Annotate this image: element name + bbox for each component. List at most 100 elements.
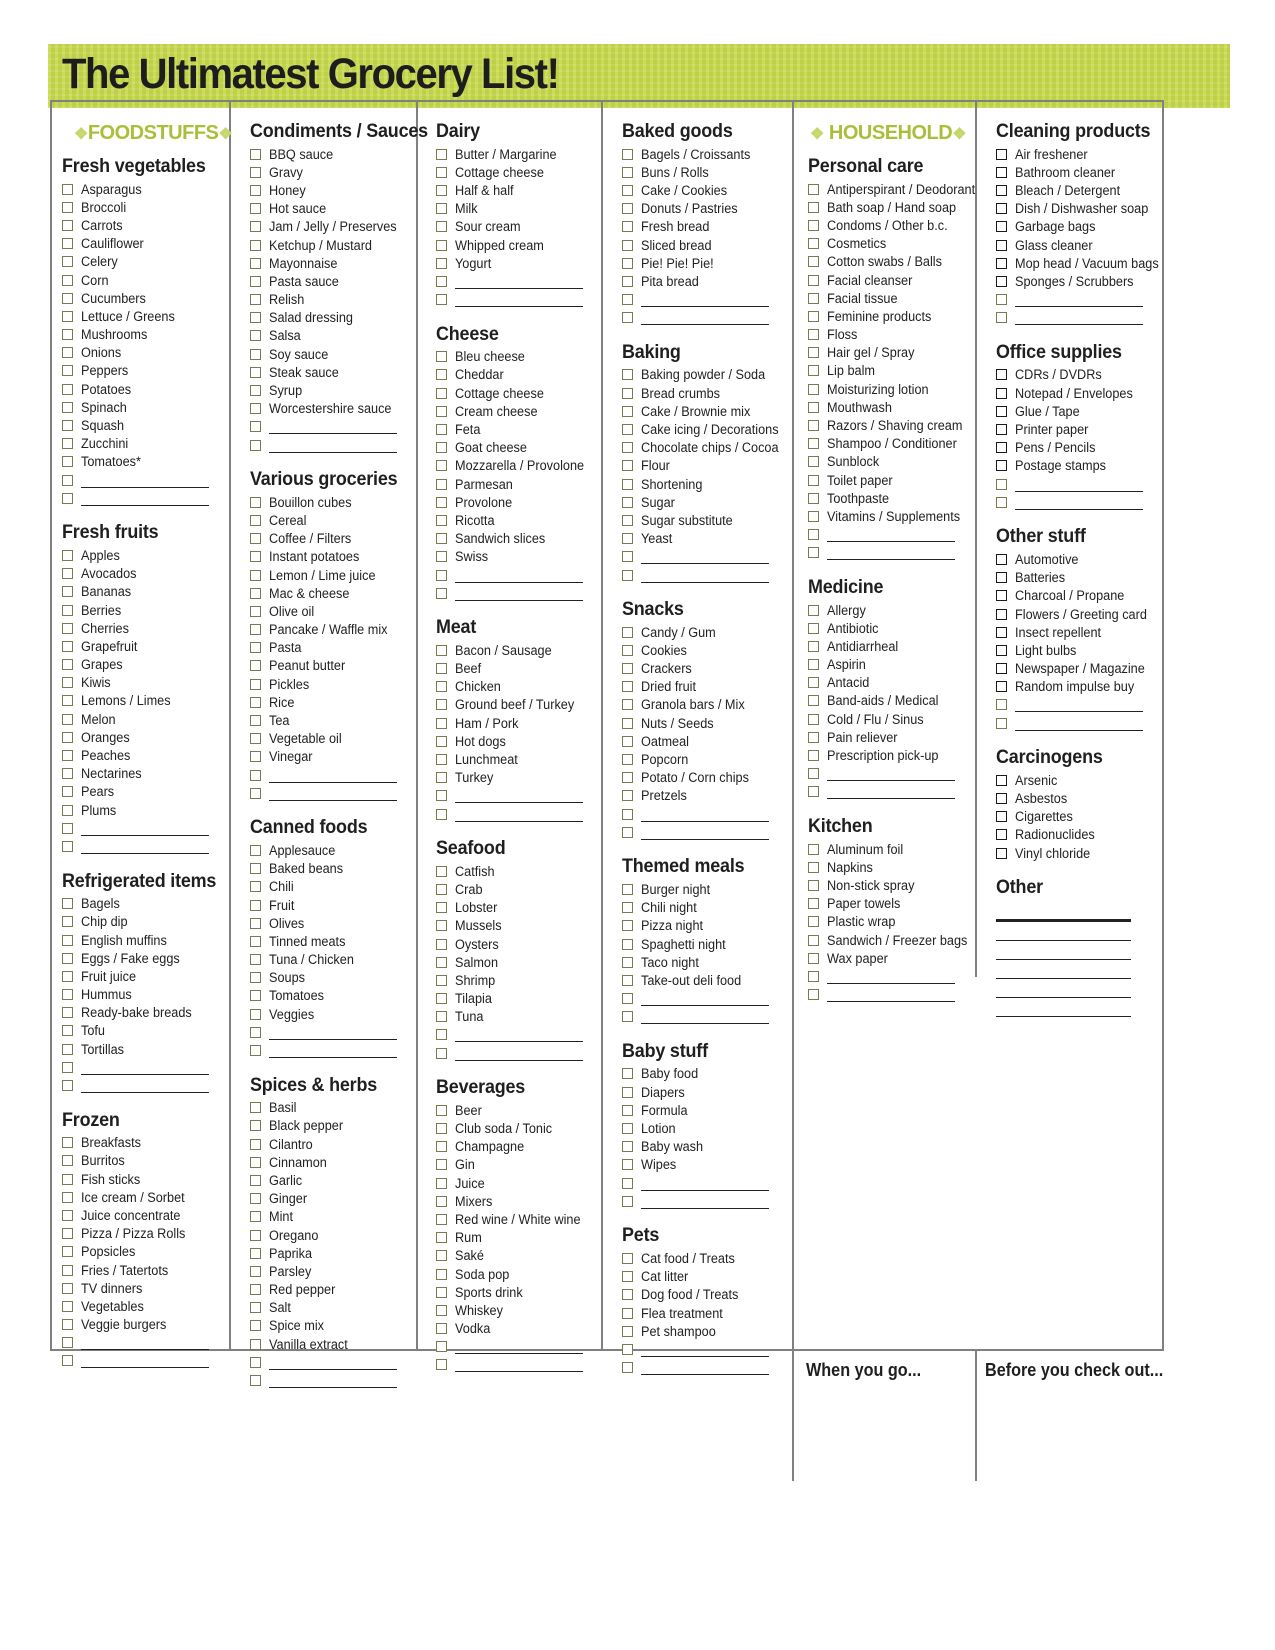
list-item[interactable]: Soy sauce: [250, 345, 425, 363]
checkbox-icon[interactable]: [808, 292, 819, 304]
checkbox-icon[interactable]: [622, 956, 633, 968]
checkbox-icon[interactable]: [62, 219, 73, 231]
list-item[interactable]: Chicken: [436, 678, 611, 696]
blank-item[interactable]: [622, 566, 797, 584]
checkbox-icon[interactable]: [436, 754, 447, 766]
checkbox-icon[interactable]: [62, 898, 73, 910]
list-item[interactable]: Mayonnaise: [250, 254, 425, 272]
checkbox-icon[interactable]: [62, 1173, 73, 1185]
blank-item[interactable]: [808, 986, 983, 1004]
checkbox-icon[interactable]: [808, 529, 819, 541]
list-item[interactable]: Salad dressing: [250, 309, 425, 327]
checkbox-icon[interactable]: [436, 938, 447, 950]
checkbox-icon[interactable]: [808, 622, 819, 634]
list-item[interactable]: Buns / Rolls: [622, 163, 797, 181]
list-item[interactable]: Lunchmeat: [436, 750, 611, 768]
list-item[interactable]: Cilantro: [250, 1135, 425, 1153]
blank-item[interactable]: [62, 837, 237, 855]
checkbox-icon[interactable]: [250, 1211, 261, 1223]
list-item[interactable]: Cucumbers: [62, 289, 237, 307]
checkbox-icon[interactable]: [62, 201, 73, 213]
list-item[interactable]: Melon: [62, 710, 237, 728]
list-item[interactable]: Vodka: [436, 1320, 611, 1338]
checkbox-icon[interactable]: [436, 294, 447, 306]
checkbox-icon[interactable]: [250, 715, 261, 727]
list-item[interactable]: Donuts / Pastries: [622, 200, 797, 218]
list-item[interactable]: Tinned meats: [250, 932, 425, 950]
checkbox-icon[interactable]: [996, 203, 1007, 215]
list-item[interactable]: Sugar: [622, 493, 797, 511]
list-item[interactable]: Avocados: [62, 565, 237, 583]
checkbox-icon[interactable]: [996, 663, 1007, 675]
checkbox-icon[interactable]: [250, 917, 261, 929]
checkbox-icon[interactable]: [250, 769, 261, 781]
checkbox-icon[interactable]: [62, 420, 73, 432]
list-item[interactable]: Bagels: [62, 895, 237, 913]
checkbox-icon[interactable]: [62, 1300, 73, 1312]
checkbox-icon[interactable]: [436, 717, 447, 729]
checkbox-icon[interactable]: [622, 275, 633, 287]
blank-item[interactable]: [250, 1371, 425, 1389]
list-item[interactable]: Pizza / Pizza Rolls: [62, 1225, 237, 1243]
checkbox-icon[interactable]: [622, 717, 633, 729]
checkbox-icon[interactable]: [250, 1193, 261, 1205]
checkbox-icon[interactable]: [808, 201, 819, 213]
write-in-line[interactable]: [269, 1043, 397, 1059]
checkbox-icon[interactable]: [250, 551, 261, 563]
checkbox-icon[interactable]: [250, 863, 261, 875]
list-item[interactable]: Lotion: [622, 1119, 797, 1137]
write-in-line[interactable]: [455, 1027, 583, 1043]
list-item[interactable]: Peanut butter: [250, 657, 425, 675]
checkbox-icon[interactable]: [622, 569, 633, 581]
list-item[interactable]: Vinyl chloride: [996, 844, 1171, 862]
checkbox-icon[interactable]: [62, 622, 73, 634]
list-item[interactable]: Turkey: [436, 769, 611, 787]
list-item[interactable]: Mussels: [436, 917, 611, 935]
list-item[interactable]: Charcoal / Propane: [996, 587, 1171, 605]
write-in-line[interactable]: [81, 839, 209, 854]
checkbox-icon[interactable]: [62, 292, 73, 304]
list-item[interactable]: Garbage bags: [996, 218, 1171, 236]
checkbox-icon[interactable]: [62, 492, 73, 504]
checkbox-icon[interactable]: [622, 790, 633, 802]
checkbox-icon[interactable]: [622, 166, 633, 178]
list-item[interactable]: Squash: [62, 416, 237, 434]
blank-item[interactable]: [622, 1008, 797, 1026]
list-item[interactable]: Mop head / Vacuum bags: [996, 254, 1171, 272]
list-item[interactable]: Dried fruit: [622, 678, 797, 696]
checkbox-icon[interactable]: [622, 460, 633, 472]
list-item[interactable]: Fish sticks: [62, 1170, 237, 1188]
list-item[interactable]: Olives: [250, 914, 425, 932]
checkbox-icon[interactable]: [436, 1177, 447, 1189]
checkbox-icon[interactable]: [250, 1375, 261, 1387]
list-item[interactable]: Veggies: [250, 1005, 425, 1023]
checkbox-icon[interactable]: [622, 1325, 633, 1337]
checkbox-icon[interactable]: [808, 256, 819, 268]
checkbox-icon[interactable]: [62, 1209, 73, 1221]
checkbox-icon[interactable]: [996, 847, 1007, 859]
list-item[interactable]: Dog food / Treats: [622, 1286, 797, 1304]
list-item[interactable]: Glue / Tape: [996, 402, 1171, 420]
list-item[interactable]: Butter / Margarine: [436, 145, 611, 163]
checkbox-icon[interactable]: [808, 695, 819, 707]
write-in-line[interactable]: [641, 1009, 769, 1025]
list-item[interactable]: Non-stick spray: [808, 876, 983, 894]
checkbox-icon[interactable]: [436, 460, 447, 472]
write-in-line[interactable]: [827, 969, 955, 984]
checkbox-icon[interactable]: [250, 624, 261, 636]
list-item[interactable]: Salsa: [250, 327, 425, 345]
list-item[interactable]: Diapers: [622, 1083, 797, 1101]
blank-item[interactable]: [808, 783, 983, 801]
write-in-line[interactable]: [641, 1360, 769, 1376]
list-item[interactable]: Vinegar: [250, 748, 425, 766]
list-item[interactable]: Bath soap / Hand soap: [808, 198, 983, 216]
list-item[interactable]: Hummus: [62, 986, 237, 1004]
blank-item[interactable]: [250, 1041, 425, 1059]
checkbox-icon[interactable]: [436, 1213, 447, 1225]
checkbox-icon[interactable]: [436, 387, 447, 399]
list-item[interactable]: Oregano: [250, 1226, 425, 1244]
list-item[interactable]: Air freshener: [996, 145, 1171, 163]
checkbox-icon[interactable]: [622, 1195, 633, 1207]
checkbox-icon[interactable]: [436, 405, 447, 417]
checkbox-icon[interactable]: [622, 754, 633, 766]
